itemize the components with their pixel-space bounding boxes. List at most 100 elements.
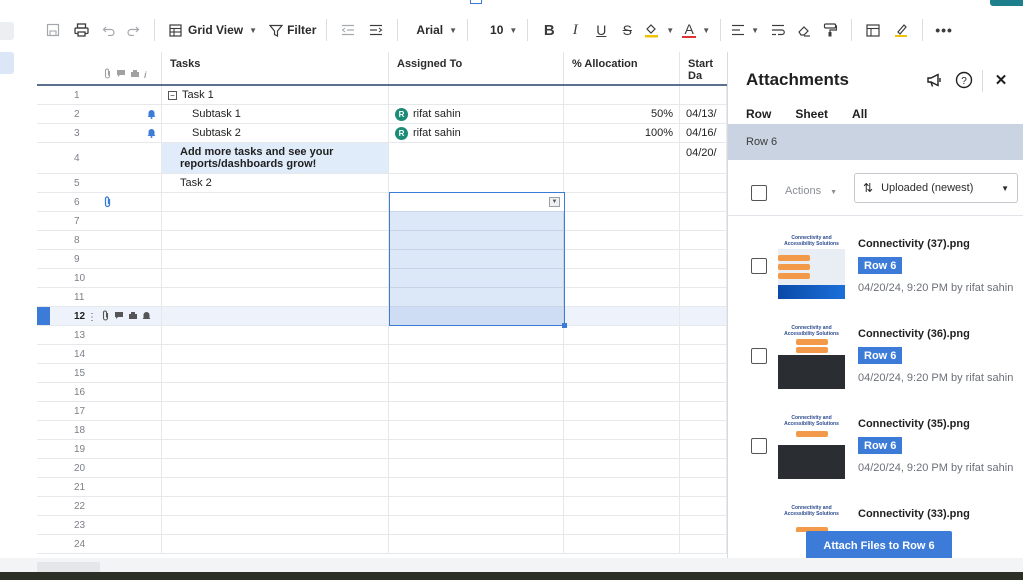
start-date-cell[interactable] (680, 383, 727, 401)
start-date-cell[interactable] (680, 497, 727, 515)
task-cell[interactable] (162, 288, 389, 306)
task-cell[interactable] (162, 193, 389, 211)
task-cell[interactable]: Task 2 (162, 174, 389, 192)
allocation-cell[interactable] (564, 535, 680, 553)
start-date-cell[interactable] (680, 459, 727, 477)
allocation-cell[interactable] (564, 86, 680, 104)
outdent-icon[interactable] (337, 16, 359, 44)
attachment-item[interactable]: Connectivity and Accessibility Solutions… (728, 316, 1023, 406)
assigned-cell[interactable] (389, 535, 564, 553)
highlight-icon[interactable] (890, 16, 912, 44)
actions-menu[interactable]: Actions ▼ (785, 185, 837, 197)
assigned-cell[interactable] (389, 326, 564, 344)
task-cell[interactable] (162, 459, 389, 477)
start-date-cell[interactable] (680, 440, 727, 458)
table-row[interactable]: 3 Subtask 2 R rifat sahin 100% 04/16/ (37, 124, 727, 143)
allocation-cell[interactable] (564, 421, 680, 439)
comment-icon[interactable] (114, 311, 124, 323)
start-date-cell[interactable] (680, 345, 727, 363)
assigned-cell[interactable] (389, 497, 564, 515)
allocation-cell[interactable] (564, 326, 680, 344)
cell-selection-range[interactable]: ▼ (389, 192, 567, 328)
paperclip-icon[interactable] (103, 196, 112, 211)
table-row[interactable]: 11 (37, 288, 727, 307)
horizontal-scrollbar[interactable] (37, 562, 100, 572)
column-header-tasks[interactable]: Tasks (162, 52, 389, 84)
task-cell[interactable] (162, 326, 389, 344)
task-cell[interactable] (162, 383, 389, 401)
start-date-cell[interactable] (680, 212, 727, 230)
megaphone-icon[interactable] (924, 70, 944, 90)
table-row[interactable]: 16 (37, 383, 727, 402)
strikethrough-icon[interactable]: S (616, 16, 638, 44)
allocation-cell[interactable] (564, 288, 680, 306)
sort-select[interactable]: ⇅ Uploaded (newest) ▼ (854, 173, 1018, 203)
assigned-cell[interactable] (389, 174, 564, 192)
print-icon[interactable] (70, 16, 92, 44)
assigned-cell[interactable]: R rifat sahin (389, 124, 564, 142)
task-cell[interactable] (162, 421, 389, 439)
table-row[interactable]: 17 (37, 402, 727, 421)
bold-icon[interactable]: B (538, 16, 560, 44)
allocation-cell[interactable] (564, 459, 680, 477)
allocation-cell[interactable] (564, 143, 680, 173)
task-cell[interactable] (162, 535, 389, 553)
align-button[interactable]: ▼ (731, 16, 759, 44)
start-date-cell[interactable] (680, 307, 727, 325)
allocation-cell[interactable] (564, 345, 680, 363)
attachment-checkbox[interactable] (751, 438, 767, 454)
task-cell[interactable]: Subtask 1 (162, 105, 389, 123)
allocation-cell[interactable]: 50% (564, 105, 680, 123)
format-painter-icon[interactable] (819, 16, 841, 44)
task-cell[interactable] (162, 269, 389, 287)
assigned-cell[interactable] (389, 383, 564, 401)
attachment-item[interactable]: Connectivity and Accessibility Solutions… (728, 496, 1023, 532)
assigned-cell[interactable] (389, 402, 564, 420)
indent-icon[interactable] (365, 16, 387, 44)
attachment-name[interactable]: Connectivity (37).png (858, 238, 970, 250)
assigned-cell[interactable] (389, 478, 564, 496)
assigned-cell[interactable] (389, 421, 564, 439)
table-row-selected[interactable]: 12 ⋮ (37, 307, 727, 326)
card-view-icon[interactable] (862, 16, 884, 44)
table-row[interactable]: 13 (37, 326, 727, 345)
start-date-cell[interactable] (680, 86, 727, 104)
assigned-cell[interactable] (389, 143, 564, 173)
allocation-cell[interactable] (564, 193, 680, 211)
start-date-cell[interactable]: 04/20/ (680, 143, 727, 173)
share-button[interactable] (990, 0, 1023, 6)
task-cell[interactable] (162, 212, 389, 230)
attachment-thumbnail[interactable]: Connectivity and Accessibility Solutions (778, 505, 845, 532)
start-date-cell[interactable]: 04/13/ (680, 105, 727, 123)
start-date-cell[interactable] (680, 269, 727, 287)
task-cell[interactable]: − Task 1 (162, 86, 389, 104)
table-row[interactable]: 10 (37, 269, 727, 288)
allocation-cell[interactable] (564, 269, 680, 287)
attachment-checkbox[interactable] (751, 348, 767, 364)
allocation-cell[interactable] (564, 383, 680, 401)
attach-files-button[interactable]: Attach Files to Row 6 (806, 531, 952, 558)
table-row[interactable]: 1 − Task 1 (37, 86, 727, 105)
active-cell[interactable] (390, 193, 564, 212)
text-color-button[interactable]: A ▼ (682, 16, 710, 44)
allocation-cell[interactable] (564, 516, 680, 534)
assigned-cell[interactable] (389, 459, 564, 477)
view-switcher[interactable]: Grid View ▼ (169, 16, 257, 44)
start-date-cell[interactable]: 04/16/ (680, 124, 727, 142)
allocation-cell[interactable] (564, 174, 680, 192)
filter-button[interactable]: Filter (269, 16, 316, 44)
table-row[interactable]: 22 (37, 497, 727, 516)
font-size-select[interactable]: 10 ▼ (490, 16, 517, 44)
more-icon[interactable]: ••• (933, 16, 955, 44)
fill-color-button[interactable]: ▼ (644, 16, 674, 44)
start-date-cell[interactable] (680, 231, 727, 249)
allocation-cell[interactable] (564, 497, 680, 515)
attachment-name[interactable]: Connectivity (35).png (858, 418, 970, 430)
table-row[interactable]: 24 (37, 535, 727, 554)
attachment-name[interactable]: Connectivity (36).png (858, 328, 970, 340)
task-cell[interactable] (162, 516, 389, 534)
row-menu-icon[interactable]: ⋮ (87, 312, 97, 323)
assigned-cell[interactable] (389, 516, 564, 534)
allocation-cell[interactable]: 100% (564, 124, 680, 142)
task-cell[interactable] (162, 440, 389, 458)
